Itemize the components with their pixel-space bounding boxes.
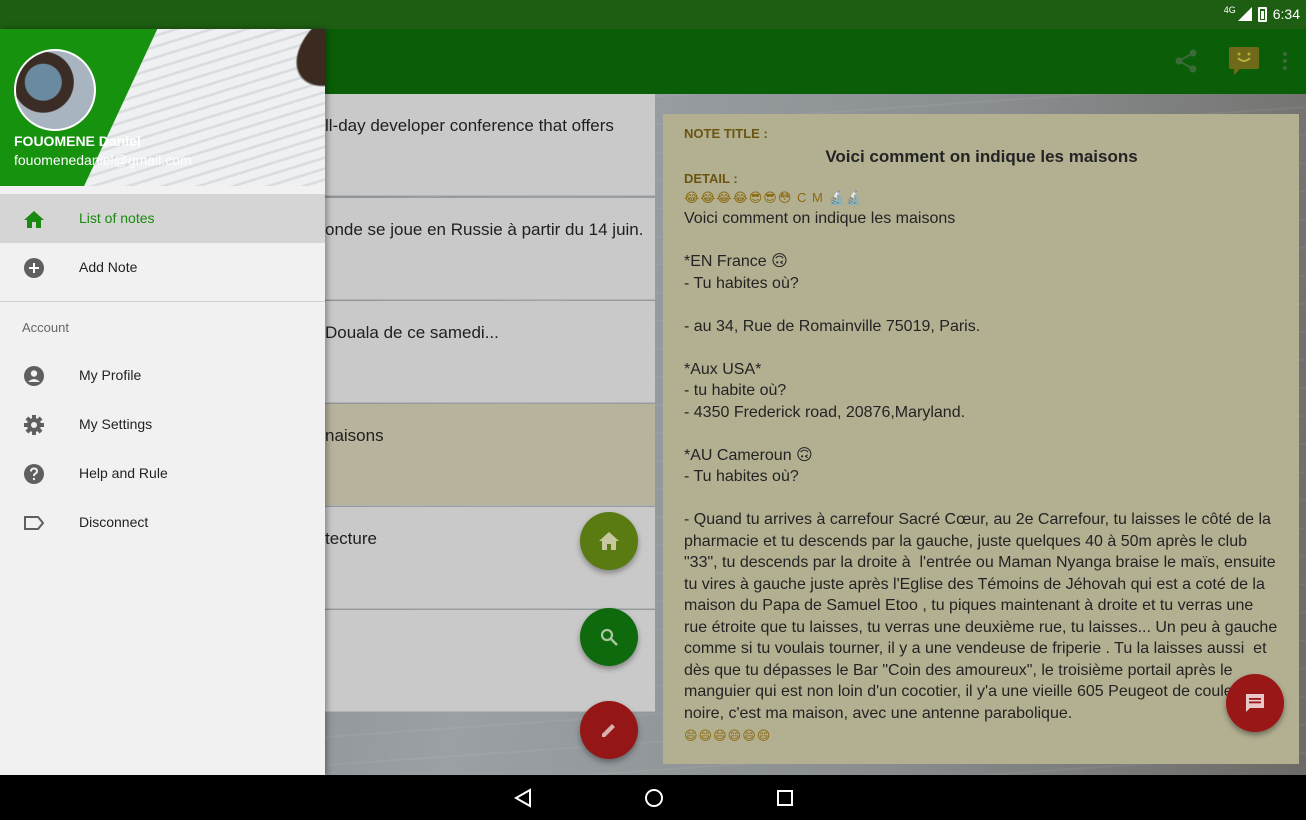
drawer-header: FOUOMENE Daniel fouomenedaniel@gmail.com	[0, 29, 325, 186]
add-circle-icon	[23, 257, 45, 279]
menu-item-label: My Profile	[79, 367, 142, 383]
menu-item-list-of-notes[interactable]: List of notes	[0, 194, 325, 243]
label-icon	[23, 512, 45, 534]
menu-item-help-and-rule[interactable]: Help and Rule	[0, 449, 325, 498]
signal-icon	[1237, 7, 1252, 21]
smiley-chat-icon[interactable]	[1228, 45, 1260, 77]
home-icon	[599, 532, 619, 550]
gear-icon	[23, 414, 45, 436]
note-title: Douala de ce samedi...	[325, 323, 499, 342]
menu-item-add-note[interactable]: Add Note	[0, 243, 325, 292]
clock: 6:34	[1272, 6, 1300, 22]
search-button[interactable]	[580, 608, 638, 666]
search-icon	[600, 628, 618, 646]
menu-item-my-profile[interactable]: My Profile	[0, 351, 325, 400]
note-title: tecture	[325, 529, 377, 548]
menu-item-label: Help and Rule	[79, 465, 168, 481]
account-circle-icon	[23, 365, 45, 387]
back-icon[interactable]	[512, 788, 534, 808]
note-title: onde se joue en Russie à partir du 14 ju…	[325, 220, 644, 239]
battery-icon	[1257, 6, 1267, 22]
avatar[interactable]	[14, 49, 96, 131]
help-icon	[23, 463, 45, 485]
note-title: ll-day developer conference that offers	[325, 116, 614, 135]
divider	[0, 301, 325, 302]
note-body: Voici comment on indique les maisons *EN…	[684, 210, 1278, 722]
menu-item-label: Disconnect	[79, 514, 149, 530]
menu-item-label: My Settings	[79, 416, 153, 432]
user-name: FOUOMENE Daniel	[14, 133, 141, 149]
home-button[interactable]	[580, 512, 638, 570]
emoji-line: 😂😂😂😂😎😎😳 C M 🔬🔬	[684, 190, 863, 205]
pencil-icon	[602, 724, 615, 737]
more-vert-icon[interactable]	[1270, 45, 1300, 77]
chat-icon	[1246, 694, 1264, 712]
menu-item-my-settings[interactable]: My Settings	[0, 400, 325, 449]
note-title-label: NOTE TITLE :	[684, 126, 768, 141]
section-header: Account	[22, 320, 69, 335]
list-item[interactable]: ll-day developer conference that offers	[325, 94, 655, 196]
network-type: 4G	[1223, 5, 1236, 15]
home-icon	[23, 208, 45, 230]
recents-icon[interactable]	[774, 788, 796, 808]
chat-button[interactable]	[1226, 674, 1284, 732]
note-title: Voici comment on indique les maisons	[825, 147, 1138, 166]
list-item[interactable]: naisons	[325, 404, 655, 506]
list-item[interactable]: Douala de ce samedi...	[325, 301, 655, 403]
list-item[interactable]: onde se joue en Russie à partir du 14 ju…	[325, 198, 655, 300]
menu-item-label: Add Note	[79, 259, 138, 275]
status-bar: 4G 6:34	[0, 0, 1306, 29]
share-icon[interactable]	[1170, 45, 1202, 77]
emoji-line-end: 😄😄😄😄😄😄	[684, 728, 772, 743]
detail-label: DETAIL :	[684, 171, 738, 186]
edit-button[interactable]	[580, 701, 638, 759]
note-title: naisons	[325, 426, 384, 445]
menu-item-disconnect[interactable]: Disconnect	[0, 498, 325, 547]
system-navigation-bar	[0, 775, 1306, 820]
home-nav-icon[interactable]	[643, 788, 665, 808]
user-email: fouomenedaniel@gmail.com	[14, 152, 192, 168]
note-detail-panel: NOTE TITLE : Voici comment on indique le…	[663, 114, 1299, 764]
menu-item-label: List of notes	[79, 210, 155, 226]
navigation-drawer: FOUOMENE Daniel fouomenedaniel@gmail.com…	[0, 29, 325, 775]
